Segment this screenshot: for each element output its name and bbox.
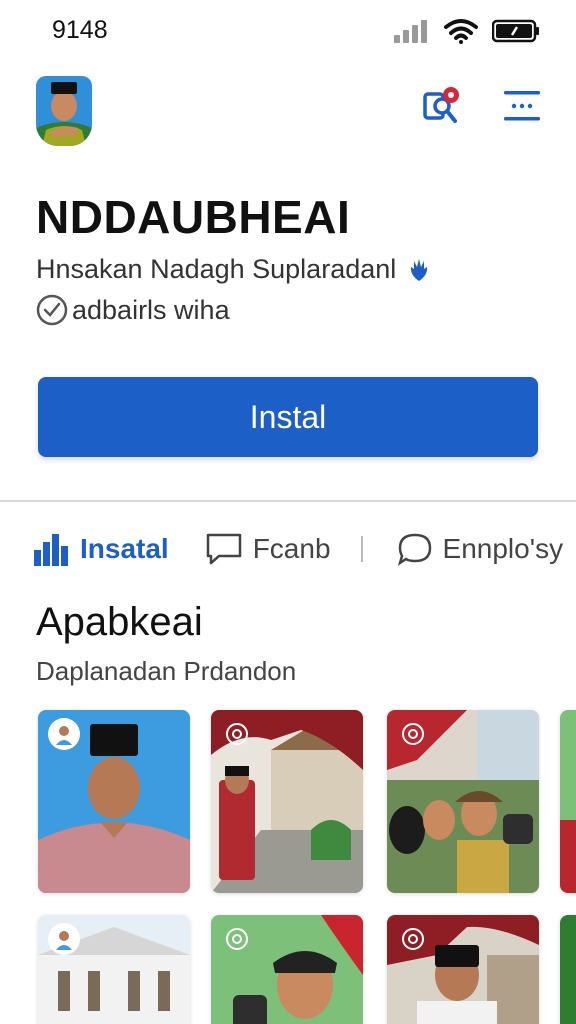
chart-icon [34, 534, 68, 566]
app-subtitle-text: Hnsakan Nadagh Suplaradanl [36, 254, 397, 284]
flower-badge [397, 718, 429, 750]
chat-square-icon [206, 533, 241, 565]
tab-fcanb-label: Fcanb [252, 533, 331, 564]
app-header [0, 70, 576, 150]
avatar[interactable] [36, 76, 92, 146]
check-circle-icon [36, 294, 68, 326]
tab-install[interactable]: Insatal [34, 532, 169, 566]
tab-separator [360, 536, 363, 562]
section-title: Apabkeai [36, 600, 203, 644]
section-subtitle: Daplanadan Prdandon [36, 656, 297, 686]
battery-icon [492, 19, 539, 43]
media-card[interactable] [387, 915, 539, 1024]
menu-icon[interactable] [502, 86, 542, 126]
tab-fcanb[interactable]: Fcanb [205, 532, 331, 566]
header-actions [422, 86, 542, 126]
tab-bar: Insatal Fcanb Ennplo'sy [34, 522, 576, 576]
media-card[interactable] [38, 915, 190, 1024]
install-button[interactable]: Instal [38, 377, 538, 457]
tab-employ[interactable]: Ennplo'sy [397, 532, 564, 566]
flower-badge [397, 923, 429, 955]
status-bar: 9148 [0, 0, 576, 64]
badge-icon [411, 258, 428, 281]
status-time: 9148 [52, 16, 108, 44]
app-title: NDDAUBHEAI [36, 191, 351, 243]
app-subtitle: Hnsakan Nadagh Suplaradanl [36, 254, 432, 285]
avatar-badge [48, 923, 80, 955]
tab-install-label: Insatal [80, 533, 169, 564]
signal-icon [394, 20, 427, 43]
flower-badge [221, 923, 253, 955]
divider [0, 500, 576, 502]
tab-employ-label: Ennplo'sy [442, 533, 564, 564]
media-card[interactable] [560, 710, 576, 893]
media-card[interactable] [560, 915, 576, 1024]
media-card[interactable] [387, 710, 539, 893]
flower-badge [221, 718, 253, 750]
media-card[interactable] [38, 710, 190, 893]
wifi-icon [444, 19, 478, 44]
avatar-badge [48, 718, 80, 750]
media-card[interactable] [211, 915, 363, 1024]
media-card[interactable] [211, 710, 363, 893]
status-icons [394, 18, 540, 44]
search-pin-icon[interactable] [422, 86, 462, 126]
verified-label: adbairls wiha [72, 294, 230, 325]
app-verified: adbairls wiha [36, 294, 230, 326]
chat-round-icon [397, 533, 431, 566]
